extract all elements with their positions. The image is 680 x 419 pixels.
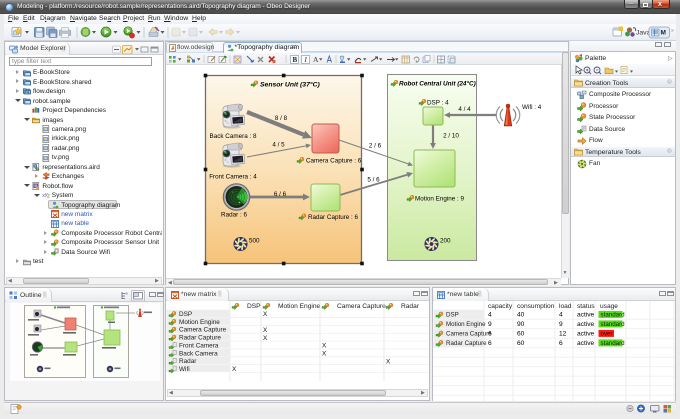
svg-text:Front Camera: Front Camera [179,342,219,349]
svg-text:Radar Capture : 6: Radar Capture : 6 [308,214,359,221]
svg-text:X: X [322,342,327,349]
svg-text:Front Camera : 4: Front Camera : 4 [209,174,257,181]
svg-text:X: X [386,358,391,365]
svg-text:Camera Capture: Camera Capture [337,302,386,309]
svg-text:9: 9 [559,321,563,328]
svg-text:X: X [263,311,268,318]
svg-text:8 / 8: 8 / 8 [275,115,288,122]
svg-text:Radar: Radar [179,358,197,365]
svg-text:6: 6 [488,340,492,347]
svg-text:standard: standard [601,311,626,318]
svg-text:DSP: DSP [446,311,459,318]
svg-text:4: 4 [488,311,492,318]
svg-text:Wifi: Wifi [179,365,190,372]
svg-text:usage: usage [600,303,618,310]
svg-text:6 / 6: 6 / 6 [274,191,287,198]
svg-text:Motion Engine: Motion Engine [278,302,320,309]
svg-text:40: 40 [517,311,525,318]
svg-text:Back Camera : 8: Back Camera : 8 [210,133,257,140]
svg-text:over: over [601,330,613,337]
svg-text:Wifi : 4: Wifi : 4 [522,104,542,111]
svg-text:6: 6 [559,340,563,347]
svg-text:active: active [577,340,595,347]
svg-text:DSP: DSP [179,311,192,318]
svg-text:status: status [577,303,595,310]
svg-text:500: 500 [249,238,260,245]
svg-text:Robot Central Unit (24°C): Robot Central Unit (24°C) [399,80,476,88]
svg-text:X: X [263,326,268,333]
svg-text:active: active [577,321,595,328]
svg-text:4 / 4: 4 / 4 [458,106,471,113]
svg-text:9: 9 [488,321,492,328]
svg-text:60: 60 [517,340,525,347]
svg-text:capacity: capacity [488,303,513,310]
svg-text:Camera Capture: Camera Capture [446,330,492,337]
svg-text:Back Camera: Back Camera [179,350,218,357]
svg-text:12: 12 [559,330,567,337]
svg-text:Sensor Unit (37°C): Sensor Unit (37°C) [260,81,320,89]
svg-text:standard: standard [601,340,626,347]
svg-text:z: z [47,194,50,199]
svg-text:90: 90 [517,321,525,328]
svg-text:2 / 6: 2 / 6 [369,143,382,150]
svg-text:DSP : 4: DSP : 4 [427,100,449,107]
svg-text:load: load [559,303,572,310]
svg-text:Motion Engine : 9: Motion Engine : 9 [415,196,465,203]
svg-text:active: active [577,311,595,318]
svg-text:60: 60 [517,330,525,337]
svg-text:6: 6 [488,330,492,337]
svg-text:»: » [671,28,674,34]
svg-text:Radar Capture: Radar Capture [446,340,487,347]
svg-text:standard: standard [601,321,626,328]
svg-text:4: 4 [559,311,563,318]
svg-text:X: X [322,350,327,357]
svg-text:Java: Java [636,30,651,37]
svg-text:Camera Capture: Camera Capture [179,326,227,333]
svg-text:X: X [263,334,268,341]
svg-text:active: active [577,330,595,337]
svg-text:M: M [661,30,666,37]
svg-text:Camera Capture : 6: Camera Capture : 6 [306,158,362,165]
svg-text:2 / 10: 2 / 10 [443,133,459,140]
svg-text:4 / 5: 4 / 5 [272,142,285,149]
svg-text:5 / 6: 5 / 6 [367,177,380,184]
svg-text:Motion Engine: Motion Engine [179,318,220,325]
svg-text:Motion Engine: Motion Engine [446,321,486,328]
svg-text:X: X [232,366,237,373]
svg-text:A: A [313,55,319,64]
svg-text:Radar : 6: Radar : 6 [221,212,247,219]
svg-text:Radar Capture: Radar Capture [179,334,221,341]
svg-text:DSP: DSP [247,302,261,309]
svg-text:B: B [293,56,298,64]
svg-text:consumption: consumption [517,303,555,310]
svg-text:Radar: Radar [401,302,420,309]
svg-text:200: 200 [440,238,451,245]
